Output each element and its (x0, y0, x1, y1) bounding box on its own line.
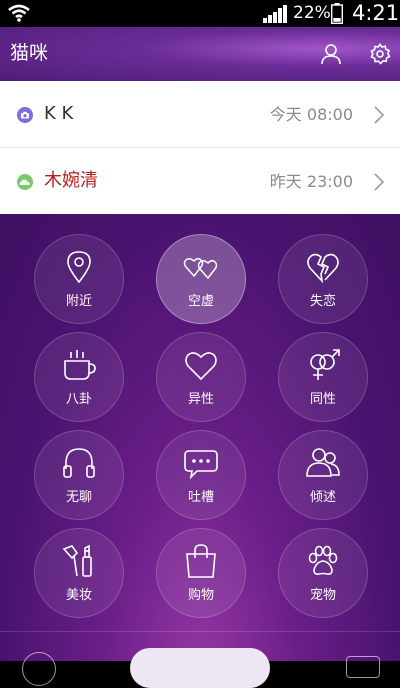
category-label: 购物 (187, 588, 214, 603)
app-bar: 猫咪 (0, 27, 400, 81)
status-bar: 22% 4:21 (0, 0, 400, 27)
gender-symbols-icon (310, 349, 340, 380)
broken-heart-icon (307, 253, 339, 284)
battery-percent: 22% (293, 3, 331, 23)
nav-center-button[interactable] (130, 648, 270, 688)
conversation-item[interactable]: 木婉清 昨天 23:00 (0, 148, 400, 214)
category-label: 无聊 (65, 490, 92, 505)
contact-name: 木婉清 (44, 170, 98, 191)
contact-name: K K (44, 103, 74, 124)
battery-icon (331, 3, 343, 24)
user-icon[interactable] (320, 43, 342, 65)
camera-icon (17, 107, 33, 123)
category-label: 倾述 (309, 490, 336, 505)
category-pets[interactable]: 宠物 (278, 528, 368, 618)
category-label: 失恋 (309, 294, 336, 309)
bottom-nav (0, 631, 400, 688)
category-heartbreak[interactable]: 失恋 (278, 234, 368, 324)
category-shopping[interactable]: 购物 (156, 528, 246, 618)
conversation-list: K K 今天 08:00 木婉清 昨天 23:00 (0, 81, 400, 214)
category-label: 同性 (309, 392, 336, 407)
category-label: 吐槽 (187, 490, 214, 505)
wifi-icon (8, 4, 30, 22)
paw-icon (308, 545, 338, 575)
category-nearby[interactable]: 附近 (34, 234, 124, 324)
chevron-right-icon (374, 173, 384, 191)
conversation-item[interactable]: K K 今天 08:00 (0, 81, 400, 148)
location-pin-icon (67, 251, 91, 284)
message-time: 今天 08:00 (269, 105, 353, 124)
message-time: 昨天 23:00 (269, 172, 353, 191)
category-gossip[interactable]: 八卦 (34, 332, 124, 422)
category-same-sex[interactable]: 同性 (278, 332, 368, 422)
two-people-icon (306, 448, 340, 477)
chat-bubble-icon (184, 450, 218, 480)
category-label: 美妆 (65, 588, 92, 603)
category-label: 八卦 (65, 392, 92, 407)
gear-icon[interactable] (369, 43, 391, 65)
status-time: 4:21 (352, 1, 400, 25)
category-label: 宠物 (309, 588, 336, 603)
headphones-icon (63, 448, 95, 478)
cloud-icon (17, 174, 33, 190)
category-complain[interactable]: 吐槽 (156, 430, 246, 520)
category-grid: 附近 空虚 失恋 八卦 异性 同性 无聊 吐槽 倾述 美妆 购物 宠物 (0, 214, 400, 688)
nav-left-button[interactable] (22, 652, 56, 686)
nav-right-button[interactable] (346, 656, 380, 678)
category-opposite-sex[interactable]: 异性 (156, 332, 246, 422)
page-title: 猫咪 (10, 42, 49, 64)
heart-icon (185, 352, 217, 381)
category-label: 异性 (187, 392, 214, 407)
category-bored[interactable]: 无聊 (34, 430, 124, 520)
coffee-cup-icon (64, 350, 96, 380)
category-empty[interactable]: 空虚 (156, 234, 246, 324)
category-confide[interactable]: 倾述 (278, 430, 368, 520)
category-label: 空虚 (187, 294, 214, 309)
chevron-right-icon (374, 106, 384, 124)
makeup-brush-icon (62, 544, 92, 577)
shopping-bag-icon (186, 544, 216, 578)
category-label: 附近 (65, 294, 92, 309)
category-makeup[interactable]: 美妆 (34, 528, 124, 618)
signal-icon (263, 5, 287, 23)
linked-hearts-icon (183, 257, 218, 280)
